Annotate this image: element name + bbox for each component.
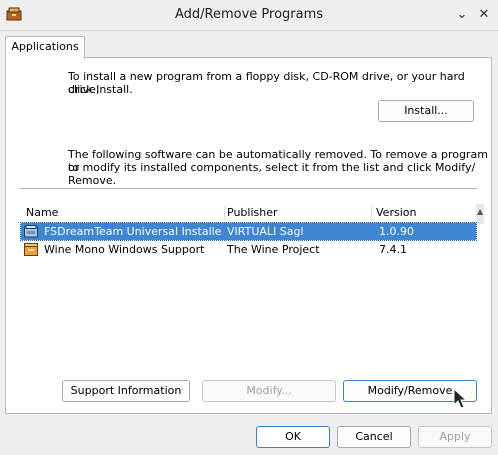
programs-list[interactable]: Name Publisher Version ▲ FSDreamTeam Uni… bbox=[20, 204, 485, 364]
column-divider[interactable] bbox=[224, 206, 225, 220]
remove-description-line2: to modify its installed components, sele… bbox=[68, 161, 476, 174]
applications-panel: To install a new program from a floppy d… bbox=[5, 57, 492, 414]
program-name: Wine Mono Windows Support bbox=[44, 243, 205, 256]
window-title: Add/Remove Programs bbox=[174, 7, 324, 22]
close-icon[interactable]: ✕ bbox=[474, 5, 494, 25]
ok-button[interactable]: OK bbox=[256, 426, 330, 448]
column-header-publisher[interactable]: Publisher bbox=[227, 204, 278, 222]
support-information-button[interactable]: Support Information bbox=[62, 380, 190, 402]
package-icon bbox=[24, 243, 38, 256]
program-publisher: VIRTUALI Sagl bbox=[227, 225, 304, 238]
installer-icon bbox=[24, 225, 38, 238]
column-divider[interactable] bbox=[371, 206, 372, 220]
table-row[interactable]: FSDreamTeam Universal Installe... VIRTUA… bbox=[20, 222, 477, 241]
column-header-version[interactable]: Version bbox=[376, 204, 416, 222]
program-version: 1.0.90 bbox=[379, 225, 414, 238]
table-row[interactable]: Wine Mono Windows Support The Wine Proje… bbox=[21, 241, 476, 258]
minimize-chevron-icon[interactable]: ⌄ bbox=[452, 5, 472, 25]
program-publisher: The Wine Project bbox=[227, 243, 320, 256]
program-name: FSDreamTeam Universal Installe... bbox=[44, 225, 222, 238]
remove-description-line3: Remove. bbox=[68, 174, 117, 187]
install-button[interactable]: Install... bbox=[378, 100, 474, 122]
column-header-name[interactable]: Name bbox=[26, 204, 58, 222]
modify-button[interactable]: Modify... bbox=[202, 380, 336, 402]
cancel-button[interactable]: Cancel bbox=[337, 426, 411, 448]
mouse-cursor-icon bbox=[453, 388, 468, 409]
tab-applications[interactable]: Applications bbox=[5, 36, 85, 59]
title-bar: Add/Remove Programs ⌄ ✕ bbox=[0, 0, 498, 31]
program-version: 7.4.1 bbox=[379, 243, 407, 256]
section-divider bbox=[20, 188, 477, 189]
install-description-line2: click Install. bbox=[68, 83, 133, 96]
apply-button[interactable]: Apply bbox=[418, 426, 492, 448]
scroll-up-icon[interactable]: ▲ bbox=[477, 207, 483, 216]
